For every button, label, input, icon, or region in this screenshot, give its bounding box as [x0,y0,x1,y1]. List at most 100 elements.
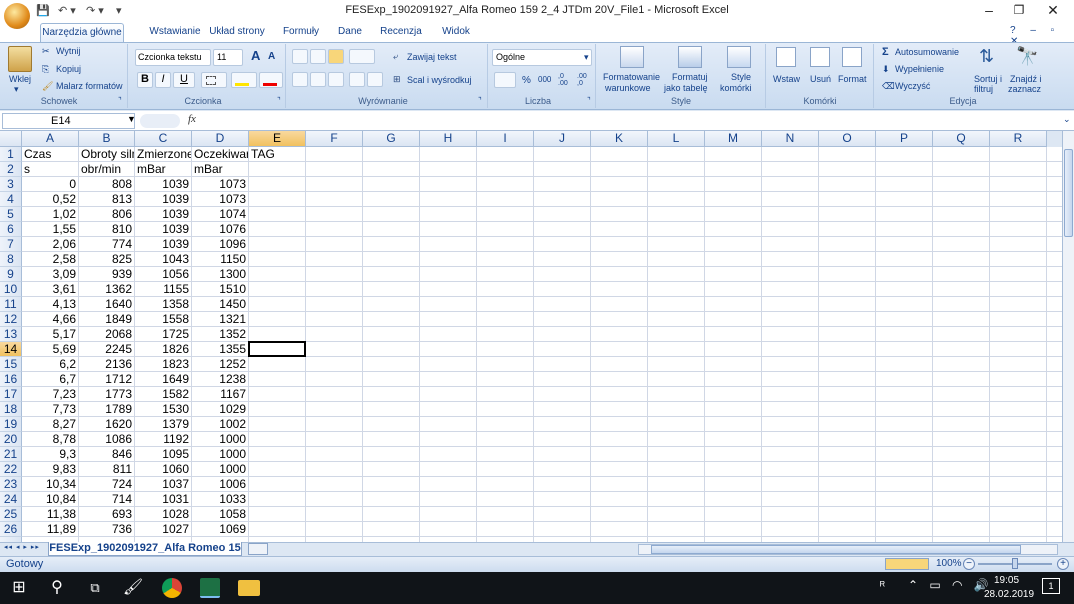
cell-c5[interactable]: 1039 [135,207,191,222]
horizontal-scroll-thumb[interactable] [651,545,1021,554]
cell-b16[interactable]: 1712 [79,372,134,387]
cell-d15[interactable]: 1252 [192,357,248,372]
conditional-format-label2[interactable]: warunkowe [605,83,651,93]
cell-c4[interactable]: 1039 [135,192,191,207]
column-header-g[interactable]: G [363,131,420,147]
cell-d23[interactable]: 1006 [192,477,248,492]
row-header[interactable]: 15 [0,357,22,372]
cell-e4[interactable] [249,192,449,207]
paste-dropdown-icon[interactable]: ▾ [14,84,19,95]
cell-c7[interactable]: 1039 [135,237,191,252]
cell-b11[interactable]: 1640 [79,297,134,312]
grow-font-button[interactable]: A [251,48,260,63]
row-header[interactable]: 9 [0,267,22,282]
row-header[interactable]: 7 [0,237,22,252]
qat-save-icon[interactable]: 💾 [36,3,50,19]
name-box[interactable]: E14 [2,113,135,129]
cell-b5[interactable]: 806 [79,207,134,222]
tab-insert[interactable]: Wstawianie [134,23,216,42]
cell-a14[interactable]: 5,69 [22,342,78,357]
format-as-table-label2[interactable]: jako tabelę [664,83,708,93]
merge-center-button[interactable]: Scal i wyśrodkuj [407,75,472,85]
cell-e22[interactable] [249,462,449,477]
tab-review[interactable]: Recenzja [378,23,424,42]
cell-c10[interactable]: 1155 [135,282,191,297]
row-header[interactable]: 13 [0,327,22,342]
chrome-icon[interactable] [162,578,182,598]
cell-d14[interactable]: 1355 [192,342,248,357]
column-header-h[interactable]: H [420,131,477,147]
cell-c2[interactable]: mBar [135,162,191,177]
cell-a1[interactable]: Czas [22,147,78,162]
cell-e24[interactable] [249,492,449,507]
cell-e5[interactable] [249,207,449,222]
cell-c19[interactable]: 1379 [135,417,191,432]
paste-button[interactable]: Wklej [9,74,31,84]
format-as-table-label1[interactable]: Formatuj [672,72,708,82]
sort-filter-label2[interactable]: filtruj [974,84,993,94]
column-header-a[interactable]: A [22,131,79,147]
borders-icon[interactable] [201,72,227,88]
cell-d3[interactable]: 1073 [192,177,248,192]
cell-a7[interactable]: 2,06 [22,237,78,252]
cell-a12[interactable]: 4,66 [22,312,78,327]
format-button[interactable]: Format [838,74,867,84]
cell-e3[interactable] [249,177,449,192]
cell-d25[interactable]: 1058 [192,507,248,522]
row-header[interactable]: 4 [0,192,22,207]
tray-icons[interactable]: ⌃ ▭ ◠ 🔊 [908,578,993,592]
cell-b8[interactable]: 825 [79,252,134,267]
cell-b25[interactable]: 693 [79,507,134,522]
cell-a23[interactable]: 10,34 [22,477,78,492]
cell-a10[interactable]: 3,61 [22,282,78,297]
cell-a11[interactable]: 4,13 [22,297,78,312]
row-header[interactable]: 12 [0,312,22,327]
cell-a3[interactable]: 0 [22,177,78,192]
cell-d20[interactable]: 1000 [192,432,248,447]
align-left-icon[interactable] [292,72,308,87]
cell-e8[interactable] [249,252,449,267]
cell-c14[interactable]: 1826 [135,342,191,357]
format-painter-button[interactable]: Malarz formatów [56,81,123,91]
cell-d18[interactable]: 1029 [192,402,248,417]
tab-page-layout[interactable]: Układ strony [206,23,268,42]
tab-view[interactable]: Widok [436,23,476,42]
cell-c6[interactable]: 1039 [135,222,191,237]
cell-a9[interactable]: 3,09 [22,267,78,282]
wrap-text-button[interactable]: Zawijaj tekst [407,52,457,62]
row-header[interactable]: 3 [0,177,22,192]
column-header-l[interactable]: L [648,131,705,147]
sheet-tab-active[interactable]: FESExp_1902091927_Alfa Romeo 15 [48,542,242,556]
cell-b4[interactable]: 813 [79,192,134,207]
close-button[interactable]: ✕ [1030,0,1074,22]
cell-d21[interactable]: 1000 [192,447,248,462]
column-header-q[interactable]: Q [933,131,990,147]
row-header[interactable]: 14 [0,342,22,357]
delete-button[interactable]: Usuń [810,74,831,84]
column-header-o[interactable]: O [819,131,876,147]
cell-a15[interactable]: 6,2 [22,357,78,372]
cell-c8[interactable]: 1043 [135,252,191,267]
row-header[interactable]: 8 [0,252,22,267]
cell-e19[interactable] [249,417,449,432]
cell-e1[interactable]: TAG [249,147,449,162]
cell-b3[interactable]: 808 [79,177,134,192]
cell-e12[interactable] [249,312,449,327]
cell-c20[interactable]: 1192 [135,432,191,447]
file-explorer-icon[interactable] [238,580,260,596]
insert-button[interactable]: Wstaw [773,74,800,84]
cell-e10[interactable] [249,282,449,297]
cell-b14[interactable]: 2245 [79,342,134,357]
cell-styles-label2[interactable]: komórki [720,83,752,93]
cell-c18[interactable]: 1530 [135,402,191,417]
cell-b13[interactable]: 2068 [79,327,134,342]
increase-decimal-button[interactable]: ,0 .00 [558,73,574,87]
cell-b18[interactable]: 1789 [79,402,134,417]
cell-a5[interactable]: 1,02 [22,207,78,222]
horizontal-scrollbar[interactable] [638,544,1058,555]
cell-e21[interactable] [249,447,449,462]
cell-e16[interactable] [249,372,449,387]
fill-button[interactable]: Wypełnienie [895,64,944,74]
tab-formulas[interactable]: Formuły [280,23,322,42]
percent-button[interactable]: % [522,75,531,86]
